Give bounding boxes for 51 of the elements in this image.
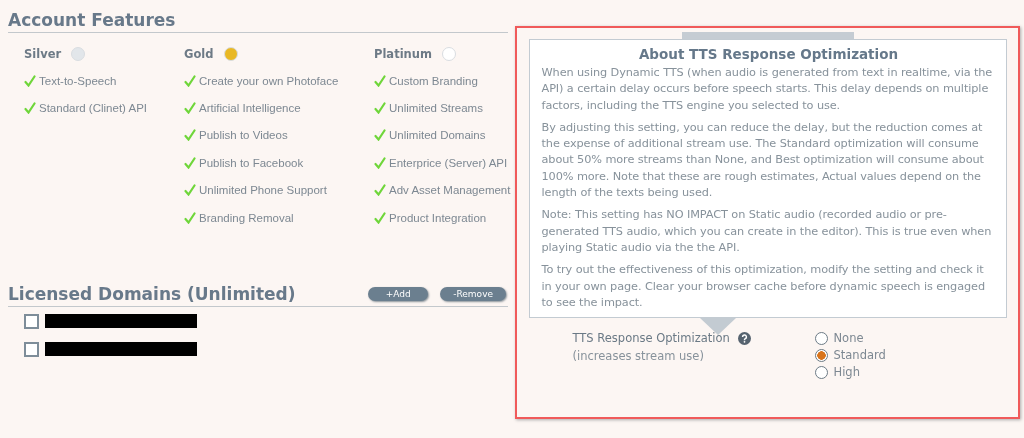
feature-label: Custom Branding bbox=[389, 74, 478, 87]
tier-name: Silver bbox=[24, 47, 62, 61]
checkmark-icon bbox=[184, 211, 196, 224]
section-title: Account Features bbox=[8, 10, 177, 30]
tooltip-paragraph: By adjusting this setting, you can reduce the delay, but the reduction comes at the expense of additional stream use. The Standard optimization will consume about 50% more streams than None, and Best optimization will consume about 100% more. Note that these are rough estimates, Actual values depend on the length of the texts being used. bbox=[541, 119, 985, 202]
feature-label: Standard (Clinet) API bbox=[39, 102, 148, 115]
tooltip-paragraph: Note: This setting has NO IMPACT on Static audio (recorded audio or pre-generated TTS audio, which you can create in the editor). This is true even when playing Static audio via the the API. bbox=[541, 207, 993, 256]
checkmark-icon bbox=[374, 129, 386, 142]
pill-button[interactable]: +Add bbox=[368, 287, 429, 302]
tooltip-paragraph: To try out the effectiveness of this optimization, modify the setting and check it in your own page. Clear your browser cache before dynamic speech is engaged to see the impact. bbox=[541, 262, 986, 311]
pill-button[interactable]: -Remove bbox=[440, 287, 506, 302]
checkmark-icon bbox=[24, 102, 36, 115]
checkmark-icon bbox=[184, 102, 196, 115]
feature-label: Publish to Videos bbox=[199, 129, 288, 142]
setting-sublabel: (increases stream use) bbox=[572, 349, 705, 364]
checkbox[interactable] bbox=[24, 313, 39, 329]
tooltip-paragraph: When using Dynamic TTS (when audio is generated from text in realtime, via the API) a certain delay occurs before speech starts. This delay depends on multiple factors, including the TTS engine you selected to use. bbox=[541, 65, 994, 114]
setting-label: TTS Response Optimization bbox=[572, 331, 730, 346]
feature-label: Unlimited Phone Support bbox=[199, 184, 327, 197]
checkmark-icon bbox=[184, 129, 196, 142]
tier-name: Gold bbox=[184, 47, 214, 61]
feature-label: Create your own Photoface bbox=[199, 74, 339, 87]
feature-label: Adv Asset Management bbox=[389, 184, 511, 197]
checkmark-icon bbox=[374, 211, 386, 224]
checkmark-icon bbox=[184, 184, 196, 197]
checkmark-icon bbox=[374, 184, 386, 197]
checkmark-icon bbox=[374, 156, 386, 169]
feature-label: Artificial Intelligence bbox=[199, 102, 301, 115]
tier-name: Platinum bbox=[374, 47, 432, 61]
option-label[interactable]: Standard bbox=[833, 348, 886, 363]
feature-label: Text-to-Speech bbox=[39, 74, 117, 87]
section-title: Licensed Domains (Unlimited) bbox=[8, 284, 297, 305]
feature-label: Unlimited Streams bbox=[389, 102, 483, 115]
checkbox[interactable] bbox=[24, 341, 39, 357]
feature-label: Enterprice (Server) API bbox=[389, 156, 508, 169]
checkmark-icon bbox=[184, 156, 196, 169]
option-label[interactable]: High bbox=[833, 365, 860, 380]
help-icon[interactable] bbox=[737, 331, 751, 345]
checkmark-icon bbox=[24, 74, 36, 87]
radio-button[interactable] bbox=[814, 331, 828, 345]
feature-label: Publish to Facebook bbox=[199, 156, 304, 169]
checkmark-icon bbox=[374, 74, 386, 87]
feature-label: Branding Removal bbox=[199, 211, 294, 224]
feature-label: Product Integration bbox=[389, 211, 487, 224]
radio-button[interactable] bbox=[814, 348, 828, 362]
option-label[interactable]: None bbox=[833, 331, 864, 346]
feature-label: Unlimited Domains bbox=[389, 129, 486, 142]
tooltip-title: About TTS Response Optimization bbox=[637, 46, 900, 62]
radio-button[interactable] bbox=[814, 365, 828, 379]
checkmark-icon bbox=[374, 102, 386, 115]
checkmark-icon bbox=[184, 74, 196, 87]
